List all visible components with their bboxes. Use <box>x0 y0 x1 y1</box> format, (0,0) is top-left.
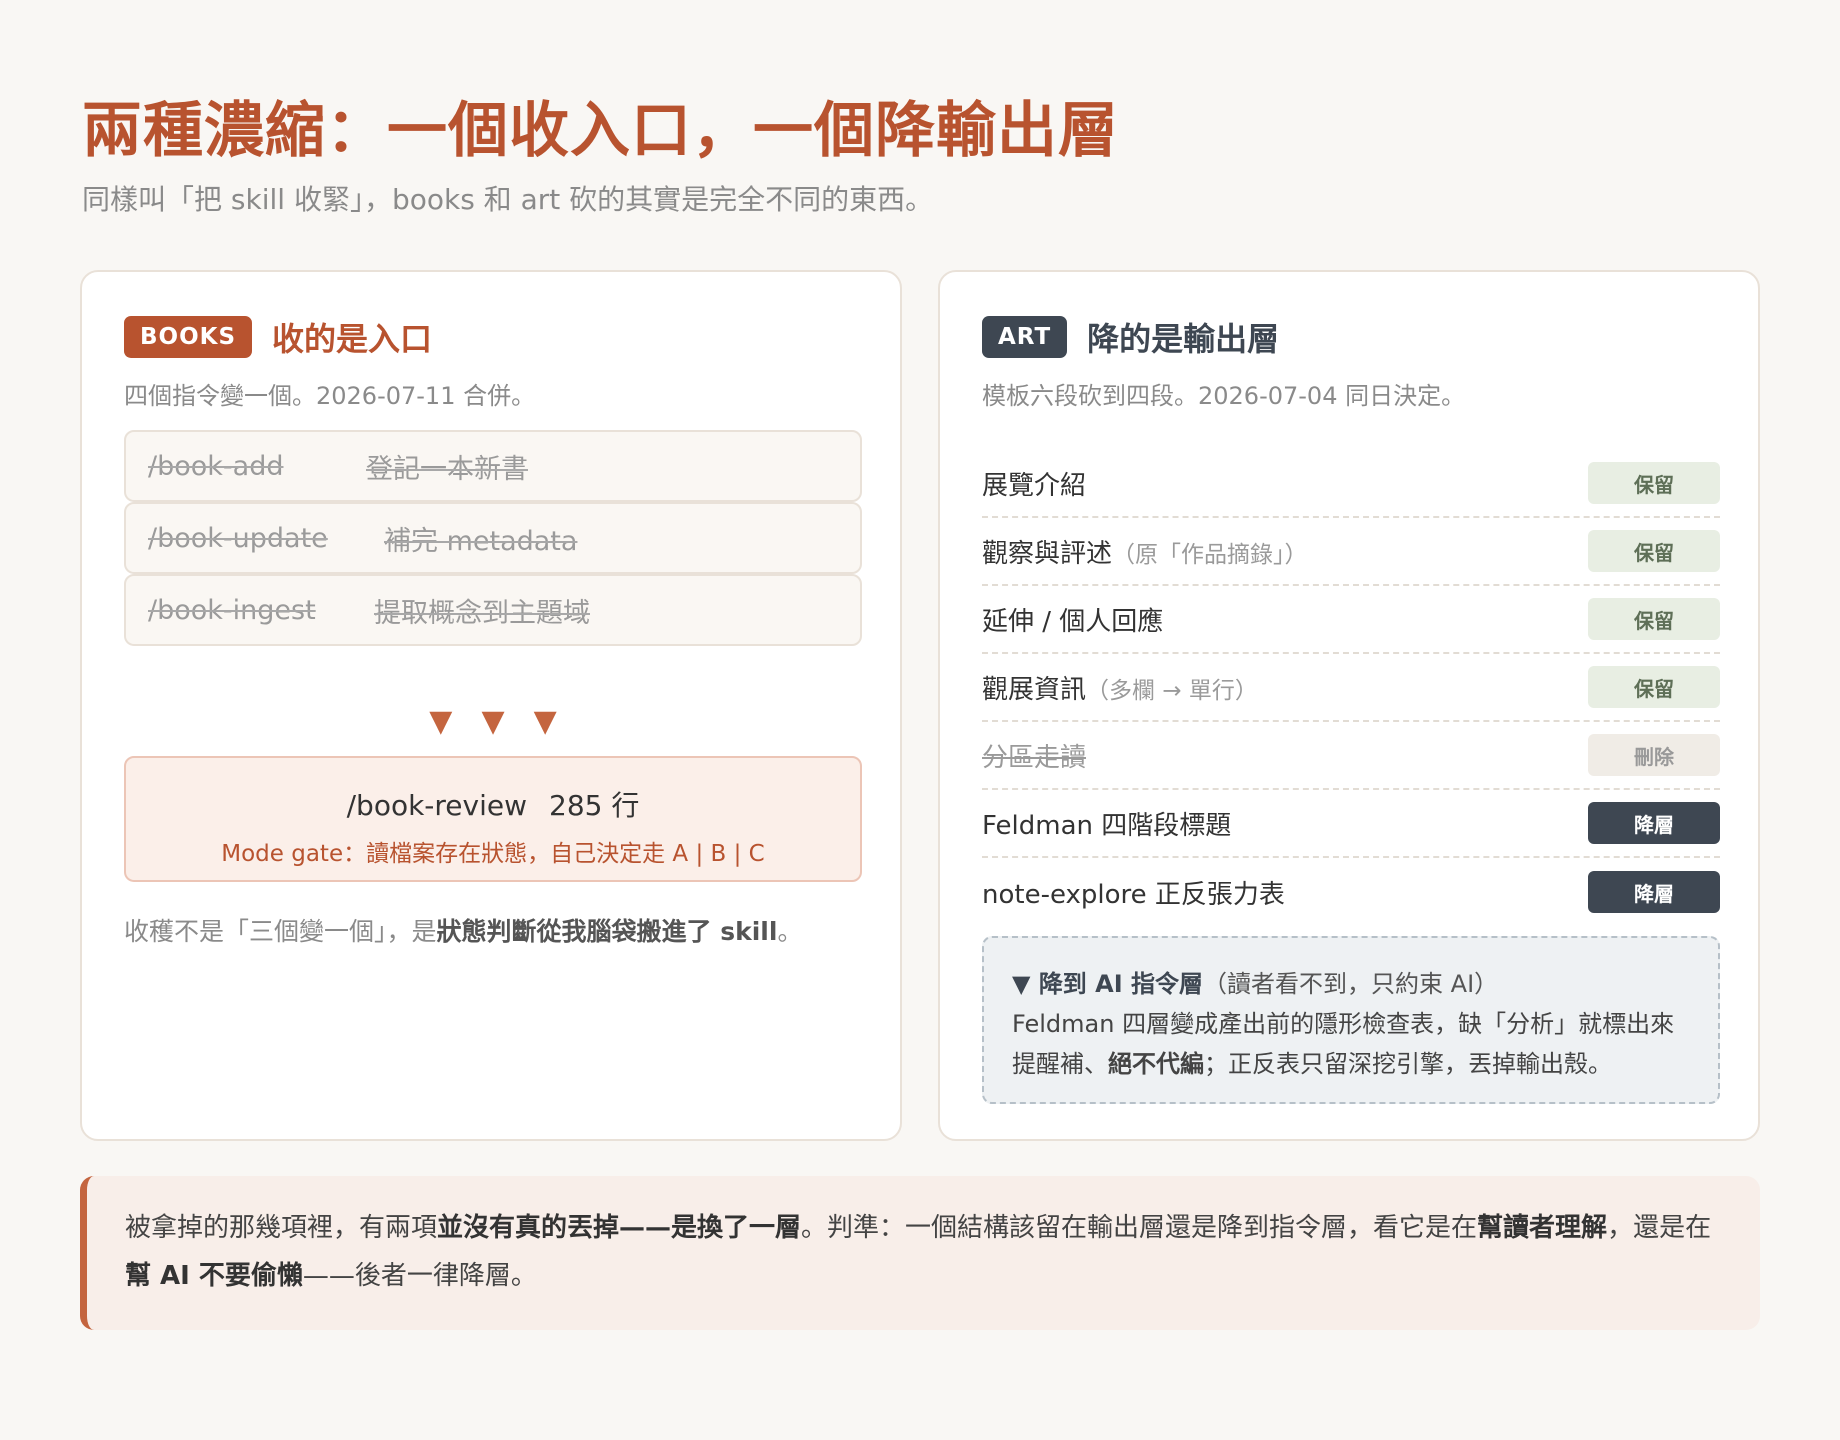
keep-badge: 保留 <box>1588 666 1720 708</box>
ai-layer-heading: ▼ 降到 AI 指令層（讀者看不到，只約束 AI） <box>1012 964 1690 1004</box>
section-label: 延伸 / 個人回應 <box>982 601 1163 638</box>
merge-arrows: ▼ ▼ ▼ <box>124 704 862 739</box>
books-tag: BOOKS <box>124 316 253 358</box>
harvest-prefix: 收穫不是「三個變一個」，是 <box>124 917 437 946</box>
callout-bold: 幫讀者理解 <box>1477 1213 1608 1243</box>
delete-badge: 刪除 <box>1588 734 1720 776</box>
books-harvest-note: 收穫不是「三個變一個」，是狀態判斷從我腦袋搬進了 skill。 <box>124 912 802 948</box>
books-card-header: BOOKS 收的是入口 <box>124 314 432 360</box>
keep-badge: 保留 <box>1588 530 1720 572</box>
downgrade-badge: 降層 <box>1588 871 1720 913</box>
section-row: 觀察與評述（原「作品摘錄」） 保留 <box>982 518 1720 586</box>
section-label: 觀展資訊（多欄 → 單行） <box>982 669 1258 706</box>
ai-body-bold: 絕不代編 <box>1108 1050 1204 1078</box>
callout-bold: 並沒有真的丟掉——是換了一層 <box>437 1213 802 1243</box>
ai-layer-body: Feldman 四層變成產出前的隱形檢查表，缺「分析」就標出來提醒補、絕不代編；… <box>1012 1004 1690 1084</box>
book-review-box: /book-review 285 行 Mode gate：讀檔案存在狀態，自己決定… <box>124 756 862 882</box>
art-tag: ART <box>982 316 1068 358</box>
section-name: 延伸 / 個人回應 <box>982 606 1164 637</box>
section-name: 展覽介紹 <box>982 470 1087 501</box>
art-card: ART 降的是輸出層 模板六段砍到四段。2026-07-04 同日決定。 展覽介… <box>938 270 1760 1141</box>
conclusion-callout: 被拿掉的那幾項裡，有兩項並沒有真的丟掉——是換了一層。判準：一個結構該留在輸出層… <box>80 1176 1760 1330</box>
ai-layer-paren: （讀者看不到，只約束 AI） <box>1203 970 1499 998</box>
art-card-header: ART 降的是輸出層 <box>982 314 1279 360</box>
command-name: /book-update <box>148 522 328 554</box>
callout-text: ——後者一律降層。 <box>302 1261 537 1291</box>
harvest-bold: 狀態判斷從我腦袋搬進了 skill <box>436 917 778 946</box>
callout-text: 。判準：一個結構該留在輸出層還是降到指令層，看它是在 <box>801 1213 1478 1243</box>
art-card-subtitle: 模板六段砍到四段。2026-07-04 同日決定。 <box>982 382 1466 410</box>
section-label: 觀察與評述（原「作品摘錄」） <box>982 533 1308 570</box>
harvest-suffix: 。 <box>777 917 803 946</box>
command-item-book-add: /book-add 登記一本新書 <box>124 430 862 502</box>
section-row: Feldman 四階段標題 降層 <box>982 790 1720 858</box>
books-card-title: 收的是入口 <box>272 320 433 358</box>
section-note: （多欄 → 單行） <box>1086 677 1258 704</box>
page-subtitle: 同樣叫「把 skill 收緊」，books 和 art 砍的其實是完全不同的東西… <box>82 183 934 216</box>
section-label: 展覽介紹 <box>982 465 1086 502</box>
section-label: Feldman 四階段標題 <box>982 810 1232 841</box>
section-label: 分區走讀 <box>982 742 1087 773</box>
section-name: 觀展資訊 <box>982 674 1087 705</box>
review-mode-gate: Mode gate：讀檔案存在狀態，自己決定走 A | B | C <box>221 841 765 867</box>
command-item-book-ingest: /book-ingest 提取概念到主題域 <box>124 574 862 646</box>
page-title: 兩種濃縮：一個收入口，一個降輸出層 <box>82 96 1119 166</box>
callout-bold: 幫 AI 不要偷懶 <box>125 1261 303 1291</box>
ai-body-text: ；正反表只留深挖引擎，丟掉輸出殼。 <box>1204 1050 1612 1078</box>
command-desc: 提取概念到主題域 <box>374 597 590 629</box>
books-card-subtitle: 四個指令變一個。2026-07-11 合併。 <box>124 382 536 410</box>
down-triangle-icon: ▼ <box>481 704 505 739</box>
command-desc: 補完 metadata <box>384 525 578 557</box>
down-triangle-icon: ▼ <box>429 704 453 739</box>
books-card: BOOKS 收的是入口 四個指令變一個。2026-07-11 合併。 /book… <box>80 270 902 1141</box>
ai-layer-note: ▼ 降到 AI 指令層（讀者看不到，只約束 AI） Feldman 四層變成產出… <box>982 936 1720 1104</box>
keep-badge: 保留 <box>1588 598 1720 640</box>
ai-layer-title: ▼ 降到 AI 指令層 <box>1012 970 1204 998</box>
command-desc: 登記一本新書 <box>366 453 528 485</box>
down-triangle-icon: ▼ <box>533 704 557 739</box>
section-row: 分區走讀 刪除 <box>982 722 1720 790</box>
review-command-name: /book-review <box>346 789 528 822</box>
callout-text: 被拿掉的那幾項裡，有兩項 <box>125 1213 438 1243</box>
section-row: 觀展資訊（多欄 → 單行） 保留 <box>982 654 1720 722</box>
keep-badge: 保留 <box>1588 462 1720 504</box>
template-section-list: 展覽介紹 保留 觀察與評述（原「作品摘錄」） 保留 延伸 / 個人回應 保留 觀… <box>982 450 1720 926</box>
review-line-count: 285 行 <box>549 789 640 822</box>
downgrade-badge: 降層 <box>1588 802 1720 844</box>
section-row: 展覽介紹 保留 <box>982 450 1720 518</box>
art-card-title: 降的是輸出層 <box>1087 320 1280 358</box>
section-row: 延伸 / 個人回應 保留 <box>982 586 1720 654</box>
review-title: /book-review 285 行 <box>126 784 860 824</box>
command-name: /book-add <box>148 450 284 482</box>
section-row: note-explore 正反張力表 降層 <box>982 858 1720 926</box>
section-label: note-explore 正反張力表 <box>982 879 1285 910</box>
section-name: 觀察與評述 <box>982 538 1113 569</box>
page: 兩種濃縮：一個收入口，一個降輸出層 同樣叫「把 skill 收緊」，books … <box>0 0 1840 1440</box>
command-name: /book-ingest <box>148 594 316 626</box>
callout-text: ，還是在 <box>1607 1213 1712 1243</box>
command-item-book-update: /book-update 補完 metadata <box>124 502 862 574</box>
section-note: （原「作品摘錄」） <box>1112 541 1308 568</box>
